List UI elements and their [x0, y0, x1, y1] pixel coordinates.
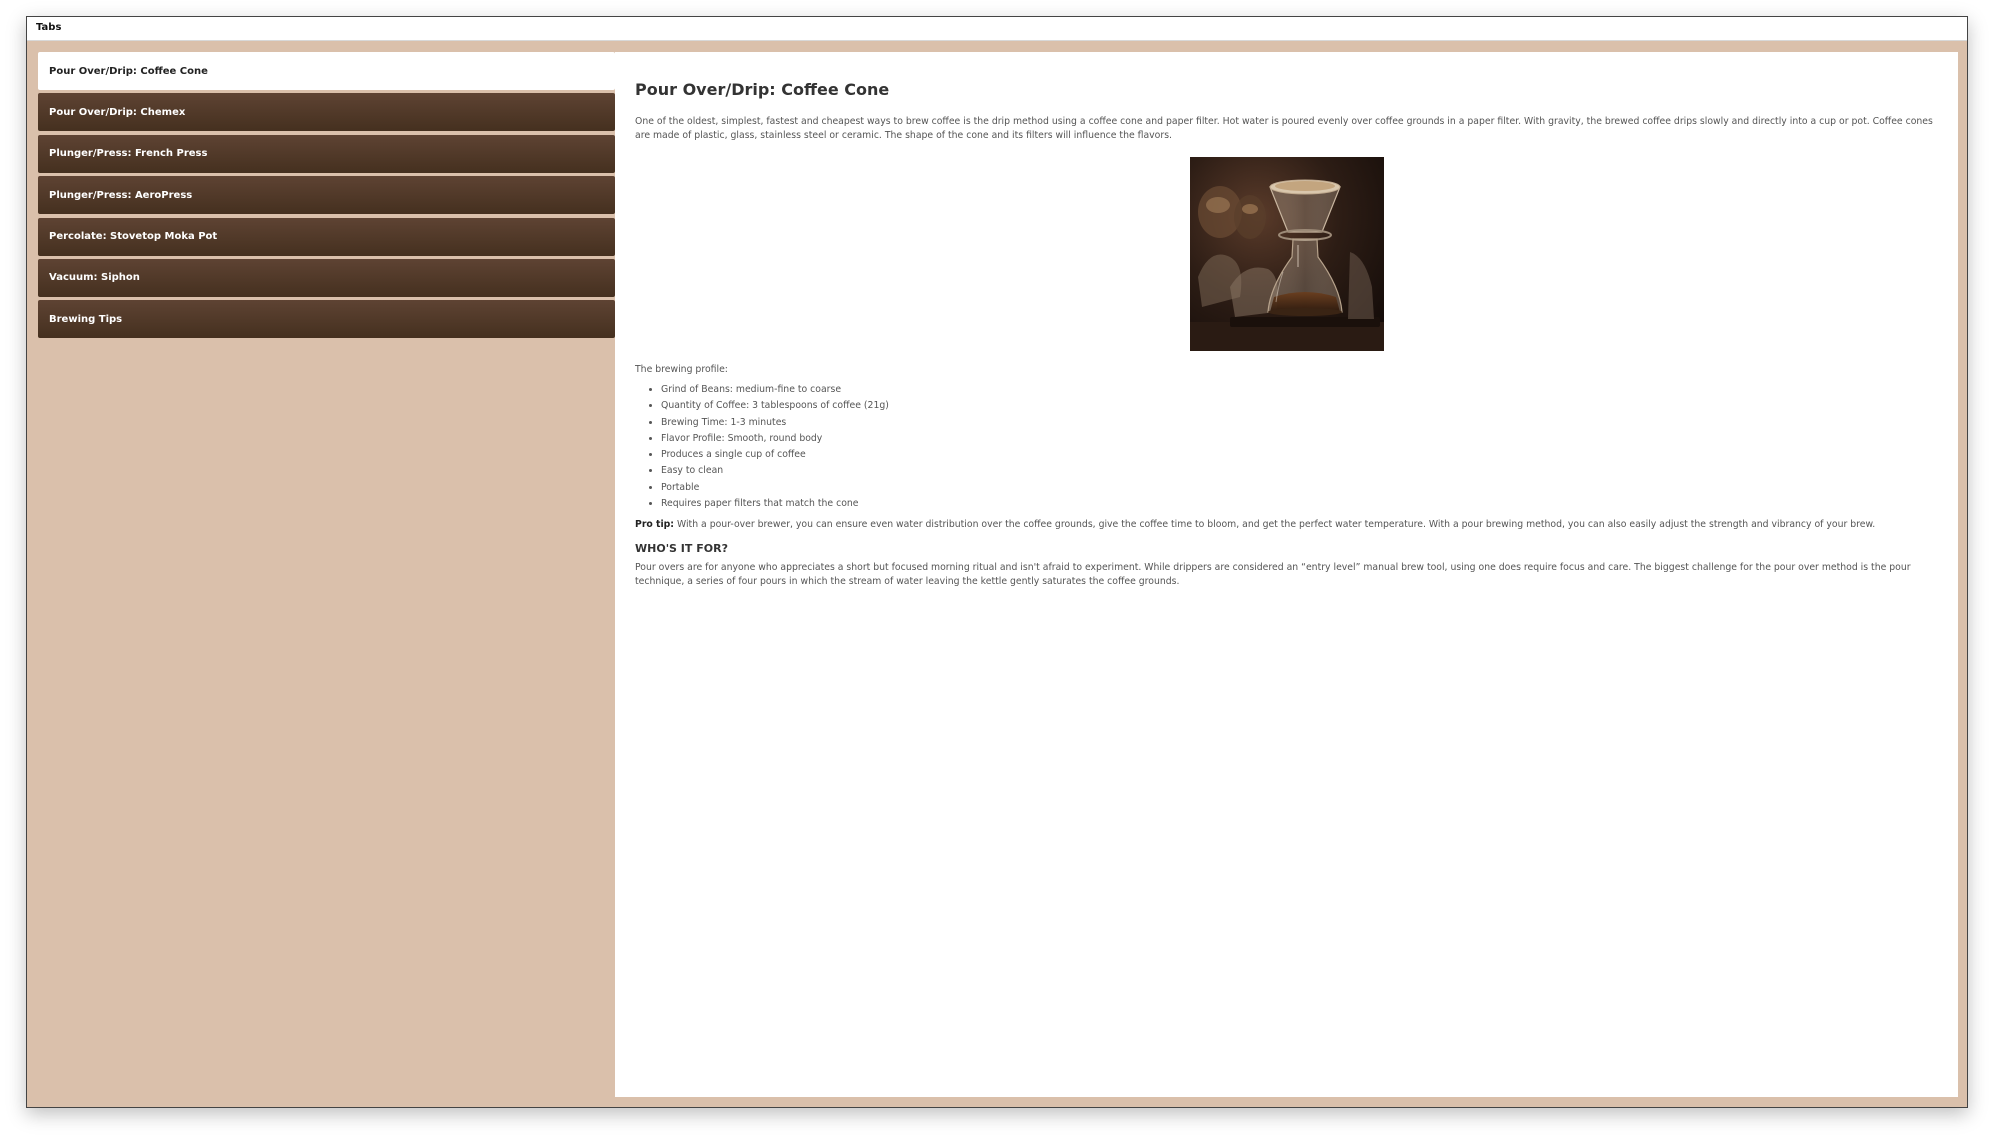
list-item: Easy to clean	[661, 463, 1938, 479]
list-item: Requires paper filters that match the co…	[661, 496, 1938, 512]
content-heading: Pour Over/Drip: Coffee Cone	[635, 80, 890, 99]
window-title: Tabs	[36, 22, 62, 33]
tab-brewing-tips[interactable]: Brewing Tips	[38, 300, 615, 339]
tab-siphon[interactable]: Vacuum: Siphon	[38, 258, 615, 297]
pro-tip-text: With a pour-over brewer, you can ensure …	[674, 519, 1876, 531]
profile-list: Grind of Beans: medium-fine to coarse Qu…	[635, 382, 1938, 512]
title-bar: Tabs	[27, 17, 1967, 41]
pro-tip-label: Pro tip:	[635, 519, 675, 531]
tab-aeropress[interactable]: Plunger/Press: AeroPress	[38, 176, 615, 215]
list-item: Brewing Time: 1-3 minutes	[661, 415, 1938, 431]
list-item: Portable	[661, 480, 1938, 496]
profile-label: The brewing profile:	[635, 364, 728, 375]
whos-it-for-paragraph: Pour overs are for anyone who appreciate…	[635, 562, 1911, 588]
tab-moka-pot[interactable]: Percolate: Stovetop Moka Pot	[38, 217, 615, 256]
list-item: Grind of Beans: medium-fine to coarse	[661, 382, 1938, 398]
pro-tip-paragraph: Pro tip: With a pour-over brewer, you ca…	[635, 518, 1938, 532]
app-window: Tabs Pour Over/Drip: Coffee Cone Pour Ov…	[26, 16, 1968, 1108]
list-item: Produces a single cup of coffee	[661, 447, 1938, 463]
coffee-cone-photo	[1189, 157, 1384, 351]
intro-paragraph: One of the oldest, simplest, fastest and…	[635, 116, 1933, 141]
tab-coffee-cone[interactable]: Pour Over/Drip: Coffee Cone	[38, 52, 615, 90]
list-item: Flavor Profile: Smooth, round body	[661, 431, 1938, 447]
tab-chemex[interactable]: Pour Over/Drip: Chemex	[38, 93, 615, 132]
list-item: Quantity of Coffee: 3 tablespoons of cof…	[661, 398, 1938, 414]
image-container	[635, 157, 1938, 351]
tab-content-panel: Pour Over/Drip: Coffee Cone One of the o…	[615, 52, 1958, 1097]
tab-french-press[interactable]: Plunger/Press: French Press	[38, 134, 615, 173]
whos-it-for-heading: WHO'S IT FOR?	[635, 542, 728, 556]
tab-list: Pour Over/Drip: Coffee Cone Pour Over/Dr…	[38, 52, 615, 342]
